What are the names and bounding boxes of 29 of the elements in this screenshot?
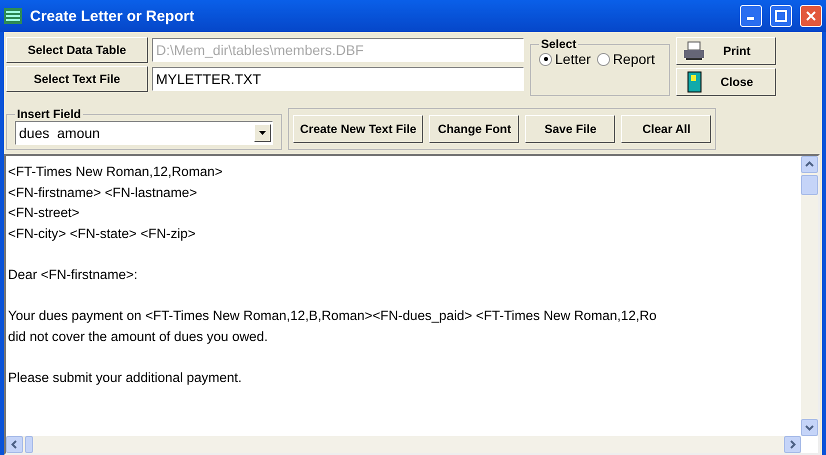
- app-icon: [4, 8, 22, 24]
- printer-icon: [682, 41, 705, 61]
- close-window-button[interactable]: Close: [676, 68, 776, 96]
- text-file-field[interactable]: MYLETTER.TXT: [152, 67, 524, 91]
- toolbar-button[interactable]: Change Font: [429, 115, 520, 143]
- scroll-down-icon[interactable]: [801, 419, 818, 436]
- scroll-right-icon[interactable]: [784, 436, 801, 453]
- minimize-button[interactable]: [740, 5, 762, 27]
- close-icon: [806, 11, 816, 21]
- scroll-thumb[interactable]: [801, 175, 818, 195]
- select-text-file-button[interactable]: Select Text File: [6, 66, 148, 92]
- scroll-up-icon[interactable]: [801, 156, 818, 173]
- insert-field-label: Insert Field: [16, 107, 82, 121]
- select-label: Select: [540, 37, 578, 51]
- scroll-left-icon[interactable]: [6, 436, 23, 453]
- radio-icon[interactable]: [539, 52, 552, 66]
- print-button[interactable]: Print: [676, 37, 776, 65]
- close-button[interactable]: [800, 5, 822, 27]
- radio-option[interactable]: Report: [596, 51, 655, 67]
- insert-field-dropdown[interactable]: dues amoun: [15, 121, 273, 145]
- maximize-icon: [775, 10, 787, 22]
- toolbar-button[interactable]: Clear All: [621, 115, 712, 143]
- toolbar-button[interactable]: Create New Text File: [293, 115, 424, 143]
- radio-icon[interactable]: [596, 52, 610, 66]
- toolbar-button[interactable]: Save File: [525, 115, 616, 143]
- radio-option[interactable]: Letter: [539, 51, 591, 67]
- window-title: Create Letter or Report: [30, 8, 196, 24]
- maximize-button[interactable]: [770, 5, 792, 27]
- scroll-thumb[interactable]: [25, 436, 33, 453]
